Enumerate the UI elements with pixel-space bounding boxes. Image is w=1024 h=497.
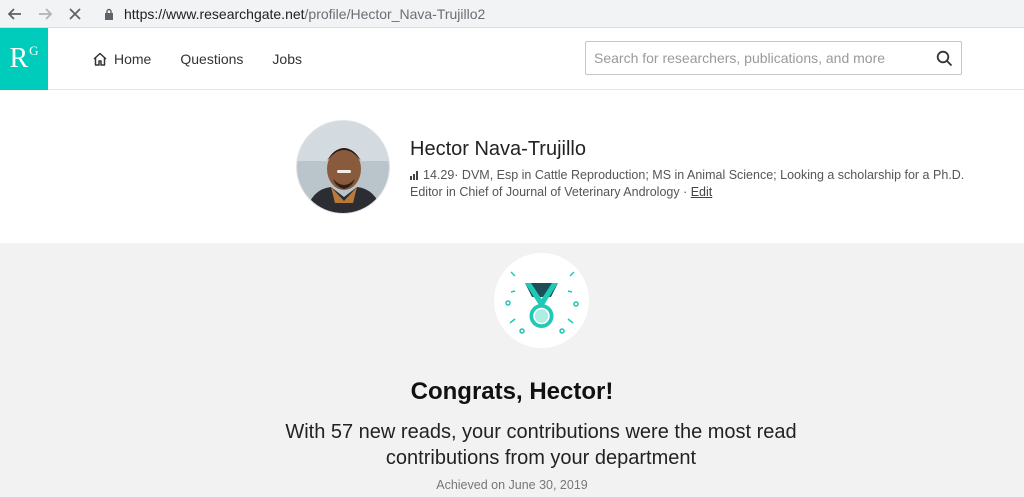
profile-headline: 14.29 · DVM, Esp in Cattle Reproduction;… (410, 168, 964, 182)
edit-profile-link[interactable]: Edit (691, 185, 713, 199)
profile-name: Hector Nava-Trujillo (410, 138, 586, 160)
search-icon[interactable] (936, 50, 953, 67)
nav-questions-label: Questions (180, 50, 244, 67)
back-arrow-icon[interactable] (0, 0, 30, 28)
main-nav: Home Questions Jobs (92, 51, 331, 67)
address-bar[interactable]: https://www.researchgate.net/profile/Hec… (100, 3, 1024, 25)
search-input[interactable] (594, 50, 936, 66)
nav-home[interactable]: Home (92, 51, 151, 67)
achieved-date: Achieved on June 30, 2019 (436, 478, 588, 492)
nav-questions[interactable]: Questions (180, 51, 243, 67)
url-domain: https://www.researchgate.net (124, 5, 305, 22)
profile-section: Hector Nava-Trujillo 14.29 · DVM, Esp in… (0, 90, 1024, 242)
lock-icon (100, 8, 118, 20)
stop-loading-icon[interactable] (60, 0, 90, 28)
profile-degrees: · DVM, Esp in Cattle Reproduction; MS in… (454, 168, 965, 182)
medal-icon (494, 253, 589, 348)
search-box (585, 41, 962, 75)
forward-arrow-icon[interactable] (30, 0, 60, 28)
site-header: RG Home Questions Jobs (0, 27, 1024, 90)
profile-position-text: Editor in Chief of Journal of Veterinary… (410, 185, 691, 199)
congrats-title: Congrats, Hector! (410, 378, 614, 405)
logo-letter-r: R (9, 42, 29, 74)
url-path: /profile/Hector_Nava-Trujillo2 (304, 5, 486, 22)
browser-toolbar: https://www.researchgate.net/profile/Hec… (0, 0, 1024, 28)
nav-jobs[interactable]: Jobs (272, 51, 302, 67)
nav-home-label: Home (114, 50, 152, 67)
logo-letter-g: G (29, 42, 39, 58)
researchgate-logo[interactable]: RG (0, 27, 48, 90)
achievement-card: Congrats, Hector! With 57 new reads, you… (0, 243, 1024, 497)
congrats-message: With 57 new reads, your contributions we… (285, 421, 797, 469)
rg-score: 14.29 (423, 168, 455, 182)
rg-score-icon (410, 170, 418, 180)
nav-jobs-label: Jobs (272, 50, 302, 67)
home-icon (92, 51, 108, 67)
profile-avatar[interactable] (296, 120, 390, 214)
profile-position: Editor in Chief of Journal of Veterinary… (410, 185, 712, 199)
